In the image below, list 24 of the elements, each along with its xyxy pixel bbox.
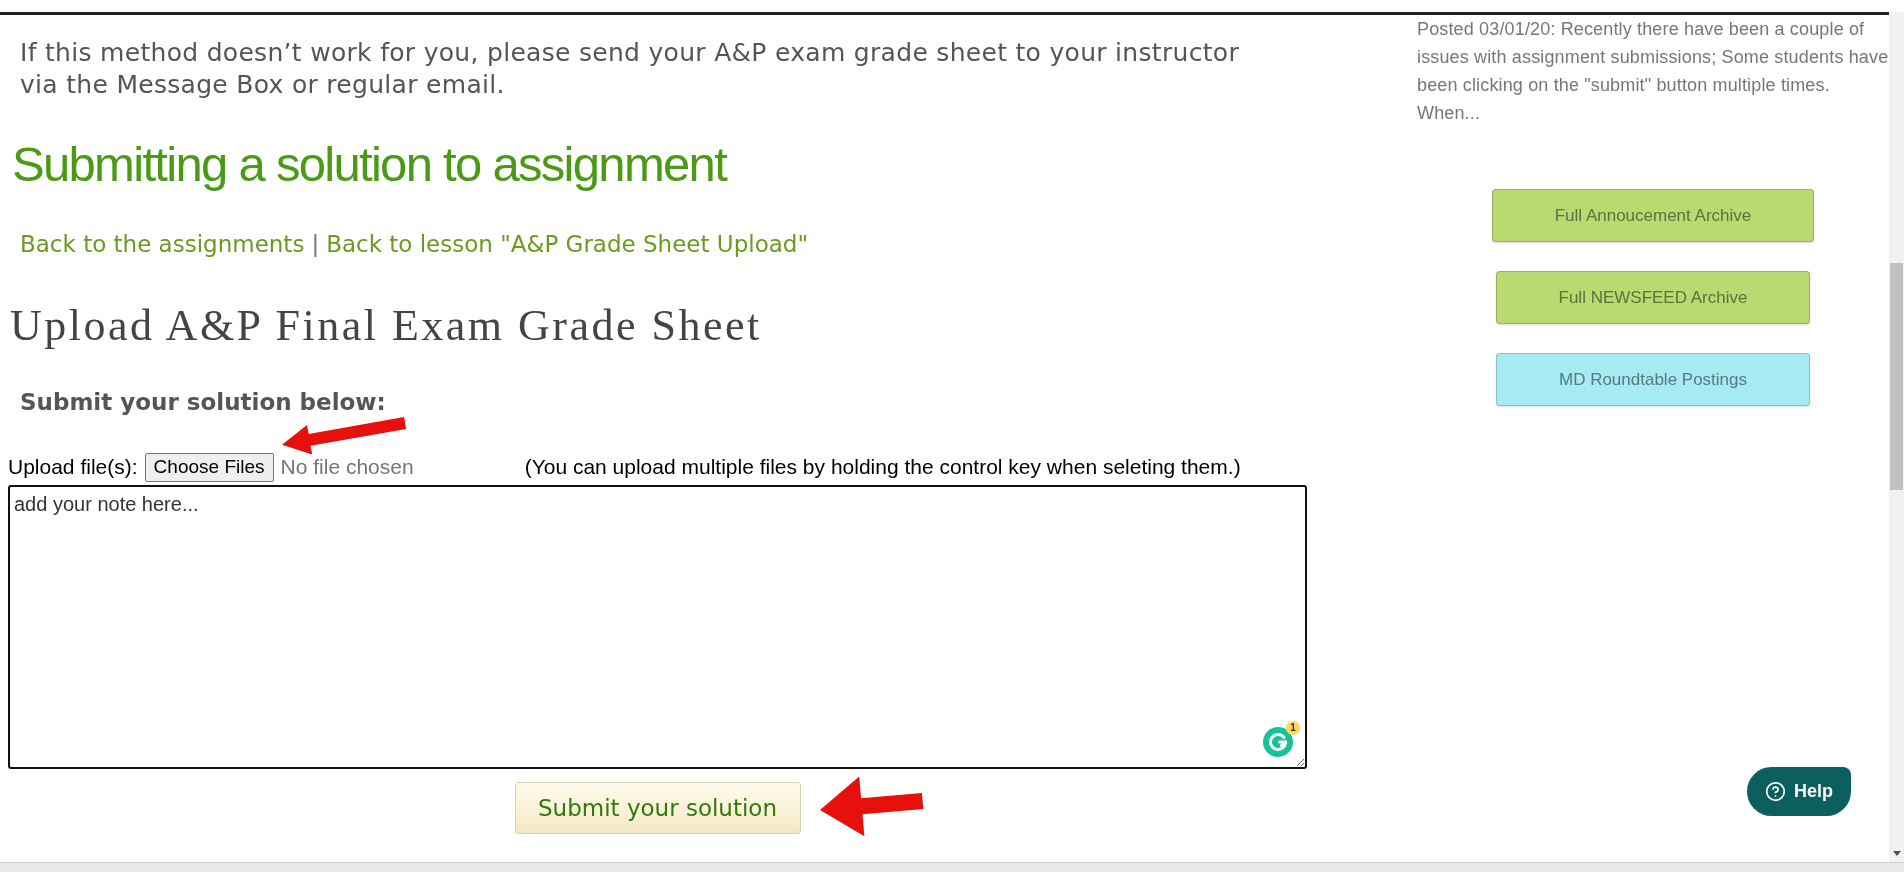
submit-button[interactable]: Submit your solution <box>514 782 801 834</box>
archive-button[interactable]: MD Roundtable Postings <box>1495 353 1810 406</box>
grammar-check-icon[interactable] <box>1263 727 1293 757</box>
announcement-text: Posted 03/01/20: Recently there have been a couple of issues with assignment submissions; Some students have been clicking on the "submit" button multiple times. When... <box>1417 18 1889 125</box>
arrow-icon <box>281 416 407 455</box>
help-button[interactable]: Help <box>1747 767 1851 816</box>
link-separator: | <box>311 230 320 259</box>
choose-files-button[interactable]: Choose Files <box>144 452 274 482</box>
back-link[interactable]: Back to the assignments <box>20 229 305 259</box>
scrollbar-thumb[interactable] <box>1890 263 1903 490</box>
scroll-down-icon[interactable] <box>1892 851 1901 856</box>
archive-button[interactable]: Full Annoucement Archive <box>1491 189 1815 242</box>
upload-label: Upload file(s): <box>8 456 138 478</box>
page-title: Submitting a solution to assignment <box>12 136 727 193</box>
help-icon <box>1765 781 1786 802</box>
archive-button[interactable]: Full NEWSFEED Archive <box>1495 271 1811 324</box>
form-heading: Submit your solution below: <box>20 389 386 415</box>
upload-hint: (You can upload multiple files by holding the control key when seleting them.) <box>524 456 1241 478</box>
arrow-icon <box>819 775 925 838</box>
back-link[interactable]: Back to lesson "A&P Grade Sheet Upload" <box>326 229 808 259</box>
scrollbar-track[interactable] <box>1889 12 1904 862</box>
assignment-title: Upload A&P Final Exam Grade Sheet <box>10 300 762 352</box>
instruction-text: If this method doesn’t work for you, please send your A&P exam grade sheet to your instructor via the Message Box or regular email. <box>20 37 1240 101</box>
file-status: No file chosen <box>280 456 414 478</box>
